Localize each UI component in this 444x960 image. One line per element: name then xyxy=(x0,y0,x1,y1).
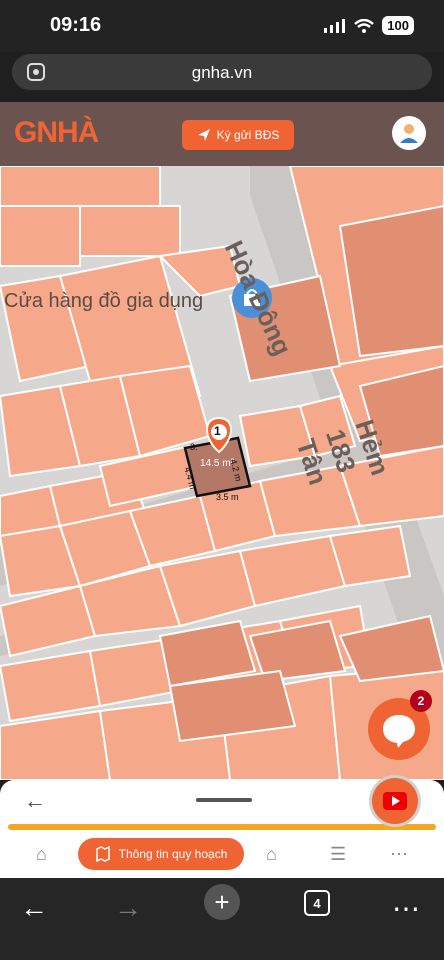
new-tab-icon[interactable]: + xyxy=(204,884,240,920)
more-menu-icon[interactable]: ⋯ xyxy=(390,844,408,865)
parcel-side-top: 3. xyxy=(190,442,198,452)
browser-menu-icon[interactable]: ⋯ xyxy=(392,892,420,925)
news-icon[interactable]: ☰ xyxy=(330,844,346,865)
youtube-icon xyxy=(383,792,407,810)
map-pin-icon xyxy=(95,846,110,862)
browser-toolbar: ← → + ⋯ xyxy=(0,878,444,960)
price-house-icon[interactable]: ⌂ xyxy=(266,844,277,865)
parcel-side-bottom: 3.5 m xyxy=(216,492,239,502)
battery-indicator: 100 xyxy=(382,16,414,35)
user-avatar[interactable] xyxy=(392,116,426,150)
user-icon xyxy=(400,124,418,143)
url-text[interactable]: gnha.vn xyxy=(12,63,432,83)
parcel-number: 1 xyxy=(214,424,221,438)
youtube-button[interactable] xyxy=(372,778,418,824)
home-icon[interactable]: ⌂ xyxy=(36,844,47,865)
browser-forward-icon[interactable]: → xyxy=(114,892,142,924)
back-arrow-icon[interactable]: ← xyxy=(24,788,46,814)
consign-property-button[interactable]: Ký gửi BĐS xyxy=(182,120,294,150)
wifi-icon xyxy=(354,18,375,33)
planning-info-button[interactable]: Thông tin quy hoạch xyxy=(78,838,244,870)
tab-switcher[interactable]: 4 xyxy=(304,890,330,916)
browser-back-icon[interactable]: ← xyxy=(20,892,48,924)
signal-icon xyxy=(324,18,346,33)
map-view[interactable]: Cửa hàng đồ gia dụng Hòa Đông Hẻm 183 Tâ… xyxy=(0,166,444,780)
planning-info-label: Thông tin quy hoạch xyxy=(118,847,228,861)
sheet-drag-handle[interactable] xyxy=(196,798,252,802)
consign-property-label: Ký gửi BĐS xyxy=(216,128,280,142)
site-header: GNHÀ Ký gửi BĐS xyxy=(0,102,444,166)
status-bar: 09:16 100 xyxy=(0,0,444,52)
gnha-logo[interactable]: GNHÀ xyxy=(14,116,99,150)
status-time: 09:16 xyxy=(50,14,102,36)
status-icons: 100 xyxy=(324,16,414,35)
poi-label: Cửa hàng đồ gia dụng xyxy=(4,290,204,312)
send-icon xyxy=(197,129,210,141)
chat-badge: 2 xyxy=(410,690,432,712)
address-bar[interactable]: gnha.vn xyxy=(12,54,432,90)
site-bottom-nav: ⌂ Thông tin quy hoạch ⌂ ☰ ⋯ xyxy=(0,830,444,878)
